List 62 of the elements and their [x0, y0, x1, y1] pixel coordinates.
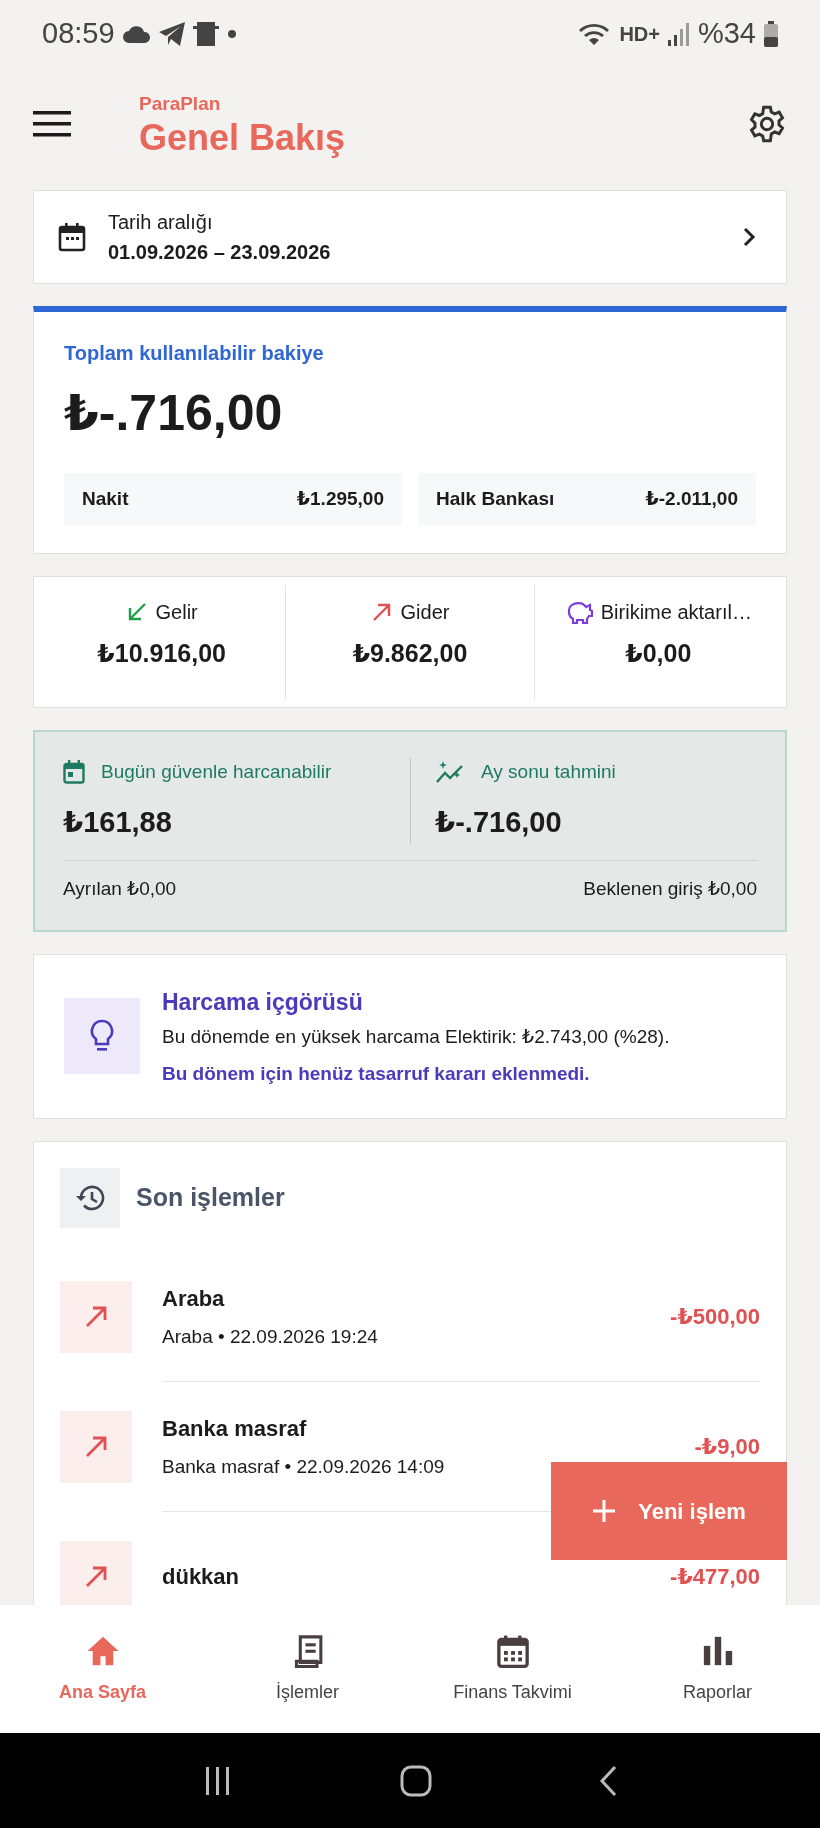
transaction-title: Banka masraf [162, 1414, 308, 1443]
plus-icon [592, 1499, 617, 1523]
summary-amount: ₺0,00 [624, 638, 693, 669]
summary-label: Gelir [155, 600, 198, 625]
transaction-amount: -₺477,00 [670, 1563, 760, 1591]
history-icon [60, 1168, 120, 1228]
device-icon [192, 20, 219, 48]
forecast-label: Bugün güvenle harcanabilir [101, 760, 332, 784]
cloud-icon [122, 25, 151, 43]
expected-income: Beklenen giriş ₺0,00 [583, 877, 757, 901]
transaction-title: dükkan [162, 1563, 240, 1591]
calendar-icon [58, 222, 86, 252]
transaction-amount: -₺500,00 [670, 1303, 760, 1331]
signal-icon [667, 22, 690, 46]
arrow-up-right-icon [60, 1411, 132, 1483]
chevron-right-icon [742, 226, 756, 248]
settings-icon[interactable] [747, 104, 787, 144]
summary-amount: ₺9.862,00 [351, 638, 469, 669]
transaction-title: Araba [162, 1284, 226, 1313]
lightbulb-icon [64, 998, 140, 1075]
menu-icon[interactable] [33, 111, 71, 137]
date-range-value: 01.09.2026 – 23.09.2026 [108, 240, 332, 265]
calendar-icon [63, 760, 85, 785]
account-balance: ₺-2.011,00 [645, 486, 738, 511]
section-title: Son işlemler [136, 1182, 285, 1214]
forecast-amount: ₺161,88 [63, 804, 173, 840]
app-name: ParaPlan [139, 91, 222, 116]
balance-label: Toplam kullanılabilir bakiye [64, 341, 325, 366]
battery-icon [764, 21, 778, 47]
account-name: Nakit [82, 486, 129, 511]
balance-amount: ₺-.716,00 [64, 384, 284, 443]
battery-percent: %34 [697, 16, 756, 52]
home-button-icon[interactable] [400, 1764, 432, 1797]
insight-text: Bu dönemde en yüksek harcama Elektirik: ₺2.743,00 (%28). [162, 1025, 670, 1049]
date-range-card[interactable]: Tarih aralığı 01.09.2026 – 23.09.2026 [33, 190, 787, 284]
sparkle-trend-icon [435, 760, 465, 785]
back-icon[interactable] [598, 1764, 617, 1797]
date-range-label: Tarih aralığı [108, 210, 214, 235]
summary-label: Birikime aktarıl… [600, 600, 752, 625]
nav-tab[interactable]: Finans Takvimi [410, 1605, 615, 1733]
account-name: Halk Bankası [436, 486, 555, 511]
transaction-details: Araba • 22.09.2026 19:24 [162, 1324, 378, 1349]
forecast-label: Ay sonu tahmini [481, 760, 616, 784]
reserved-amount: Ayrılan ₺0,00 [63, 877, 177, 901]
nav-tab[interactable]: İşlemler [205, 1605, 410, 1733]
clock-time: 08:59 [42, 16, 115, 52]
arrow-up-right-icon [60, 1541, 132, 1605]
insight-note: Bu dönem için henüz tasarruf kararı eklenmedi. [162, 1061, 591, 1086]
insight-title: Harcama içgörüsü [162, 987, 364, 1017]
summary-amount: ₺10.916,00 [96, 638, 227, 669]
page-title: Genel Bakış [139, 118, 347, 159]
nav-tab[interactable]: Raporlar [615, 1605, 820, 1733]
wifi-icon [577, 21, 612, 47]
transaction-details: Banka masraf • 22.09.2026 14:09 [162, 1454, 445, 1479]
account-balance: ₺1.295,00 [296, 486, 384, 511]
network-label: HD+ [619, 22, 660, 47]
summary-label: Gider [400, 600, 450, 625]
arrow-up-right-icon [60, 1281, 132, 1353]
transaction-amount: -₺9,00 [694, 1433, 760, 1461]
paper-plane-icon [158, 22, 185, 46]
forecast-amount: ₺-.716,00 [435, 804, 563, 840]
dot-icon [226, 29, 237, 39]
